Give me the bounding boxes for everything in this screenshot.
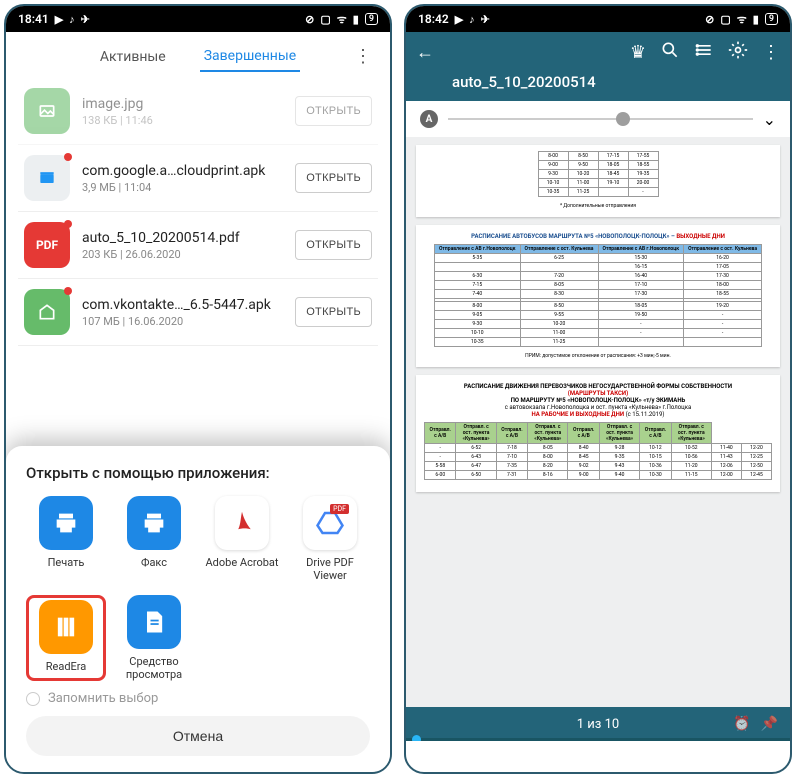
- readera-icon: [39, 600, 93, 654]
- new-badge-icon: [64, 287, 72, 295]
- brightness-slider[interactable]: [448, 118, 753, 120]
- document-title: auto_5_10_20200514: [416, 73, 780, 91]
- signal-icon: ▮: [353, 13, 359, 26]
- vibrate-icon: ▢: [720, 13, 730, 26]
- file-name: auto_5_10_20200514.pdf: [82, 230, 295, 246]
- file-meta: 138 КБ | 11:46: [82, 114, 295, 127]
- tiktok-icon: ♪: [469, 13, 475, 26]
- phone-right: 18:42 ▶ ♪ ✈ ⊘ ▢ ᯤ ▮ 9 ← ♛ ⋮: [404, 4, 792, 774]
- remember-choice[interactable]: Запомнить выбор: [26, 691, 370, 706]
- app-fax[interactable]: Факс: [114, 496, 194, 582]
- dnd-icon: ⊘: [705, 13, 714, 26]
- print-icon: [39, 496, 93, 550]
- file-row[interactable]: PDF auto_5_10_20200514.pdf 203 КБ | 26.0…: [18, 212, 378, 279]
- page-note: * Дополнительные отправления: [424, 203, 772, 209]
- open-button[interactable]: ОТКРЫТЬ: [295, 297, 372, 327]
- app-readera[interactable]: ReadEra: [26, 595, 106, 681]
- file-row[interactable]: image.jpg 138 КБ | 11:46 ОТКРЫТЬ: [18, 78, 378, 145]
- battery-icon: 9: [765, 13, 778, 25]
- open-button[interactable]: ОТКРЫТЬ: [295, 230, 372, 260]
- dnd-icon: ⊘: [305, 13, 314, 26]
- downloads-tabs: Активные Завершенные ⋮: [6, 32, 390, 78]
- brightness-strip: A ⌄: [406, 101, 790, 137]
- vibrate-icon: ▢: [320, 13, 330, 26]
- file-name: com.vkontakte…_6.5-5447.apk: [82, 297, 295, 313]
- sheet-title: Открыть с помощью приложения:: [26, 464, 370, 482]
- page-title: РАСПИСАНИЕ АВТОБУСОВ МАРШРУТА №5 «НОВОПО…: [424, 233, 772, 240]
- overflow-menu-icon[interactable]: ⋮: [354, 46, 372, 67]
- wifi-icon: ᯤ: [737, 12, 747, 27]
- pdf-page: 8-008-5017-1517-559-009-5018-0518-559-30…: [416, 145, 780, 217]
- tab-active[interactable]: Активные: [96, 43, 170, 71]
- viewer-icon: [127, 595, 181, 649]
- file-meta: 3,9 МБ | 11:04: [82, 181, 295, 194]
- open-button[interactable]: ОТКРЫТЬ: [295, 96, 372, 126]
- drive-pdf-icon: [303, 496, 357, 550]
- fax-icon: [127, 496, 181, 550]
- page-indicator: 1 из 10: [577, 717, 619, 732]
- auto-brightness-icon[interactable]: A: [420, 110, 438, 128]
- file-meta: 107 МБ | 16.06.2020: [82, 315, 295, 328]
- file-name: com.google.a…cloudprint.apk: [82, 163, 295, 179]
- status-time: 18:42: [418, 12, 449, 26]
- youtube-icon: ▶: [455, 13, 463, 26]
- page-note: ПРИМ: допустимое отклонение от расписани…: [424, 353, 772, 359]
- new-badge-icon: [64, 153, 72, 161]
- pdf-page: РАСПИСАНИЕ ДВИЖЕНИЯ ПЕРЕВОЗЧИКОВ НЕГОСУД…: [416, 375, 780, 492]
- phone-left: 18:41 ▶ ♪ ✈ ⊘ ▢ ᯤ ▮ 9 Активные Завершенн…: [4, 4, 392, 774]
- app-drive-pdf[interactable]: Drive PDF Viewer: [290, 496, 370, 582]
- statusbar: 18:41 ▶ ♪ ✈ ⊘ ▢ ᯤ ▮ 9: [6, 6, 390, 32]
- acrobat-icon: [215, 496, 269, 550]
- reader-footer: 1 из 10 ⏰ 📌: [406, 707, 790, 741]
- file-row[interactable]: com.google.a…cloudprint.apk 3,9 МБ | 11:…: [18, 145, 378, 212]
- signal-icon: ▮: [753, 13, 759, 26]
- settings-icon[interactable]: [728, 40, 748, 65]
- reader-toolbar: ← ♛ ⋮ auto_5_10_20200514: [406, 32, 790, 101]
- pdf-file-icon: PDF: [24, 222, 70, 268]
- telegram-icon: ✈: [81, 13, 90, 26]
- battery-icon: 9: [365, 13, 378, 25]
- apk-file-icon: [24, 155, 70, 201]
- tab-completed[interactable]: Завершенные: [200, 42, 300, 72]
- open-button[interactable]: ОТКРЫТЬ: [295, 163, 372, 193]
- wifi-icon: ᯤ: [337, 12, 347, 27]
- app-viewer[interactable]: Средство просмотра: [114, 595, 194, 681]
- tiktok-icon: ♪: [69, 13, 75, 26]
- youtube-icon: ▶: [55, 13, 63, 26]
- alarm-icon[interactable]: ⏰: [733, 716, 750, 732]
- back-icon[interactable]: ←: [416, 42, 434, 63]
- contents-icon[interactable]: [694, 40, 714, 65]
- pin-icon[interactable]: 📌: [761, 716, 778, 732]
- open-with-sheet: Открыть с помощью приложения: Печать Фак…: [6, 446, 390, 772]
- file-row[interactable]: com.vkontakte…_6.5-5447.apk 107 МБ | 16.…: [18, 279, 378, 346]
- cancel-button[interactable]: Отмена: [26, 716, 370, 756]
- page-title: РАСПИСАНИЕ ДВИЖЕНИЯ ПЕРЕВОЗЧИКОВ НЕГОСУД…: [424, 383, 772, 418]
- file-name: image.jpg: [82, 96, 295, 112]
- chevron-down-icon[interactable]: ⌄: [763, 110, 776, 129]
- premium-icon[interactable]: ♛: [630, 42, 646, 63]
- app-grid: Печать Факс Adobe Acrobat Drive PDF View…: [26, 496, 370, 681]
- progress-bar[interactable]: [406, 738, 790, 741]
- search-icon[interactable]: [660, 40, 680, 65]
- file-list: image.jpg 138 КБ | 11:46 ОТКРЫТЬ com.goo…: [6, 78, 390, 346]
- pdf-page: РАСПИСАНИЕ АВТОБУСОВ МАРШРУТА №5 «НОВОПО…: [416, 225, 780, 367]
- image-file-icon: [24, 88, 70, 134]
- reader-viewport[interactable]: A ⌄ 8-008-5017-1517-559-009-5018-0518-55…: [406, 101, 790, 741]
- overflow-menu-icon[interactable]: ⋮: [762, 42, 780, 63]
- telegram-icon: ✈: [481, 13, 490, 26]
- checkbox-icon[interactable]: [26, 692, 40, 706]
- app-adobe-acrobat[interactable]: Adobe Acrobat: [202, 496, 282, 582]
- file-meta: 203 КБ | 26.06.2020: [82, 248, 295, 261]
- apk-file-icon: [24, 289, 70, 335]
- app-print[interactable]: Печать: [26, 496, 106, 582]
- status-time: 18:41: [18, 12, 49, 26]
- statusbar: 18:42 ▶ ♪ ✈ ⊘ ▢ ᯤ ▮ 9: [406, 6, 790, 32]
- new-badge-icon: [64, 220, 72, 228]
